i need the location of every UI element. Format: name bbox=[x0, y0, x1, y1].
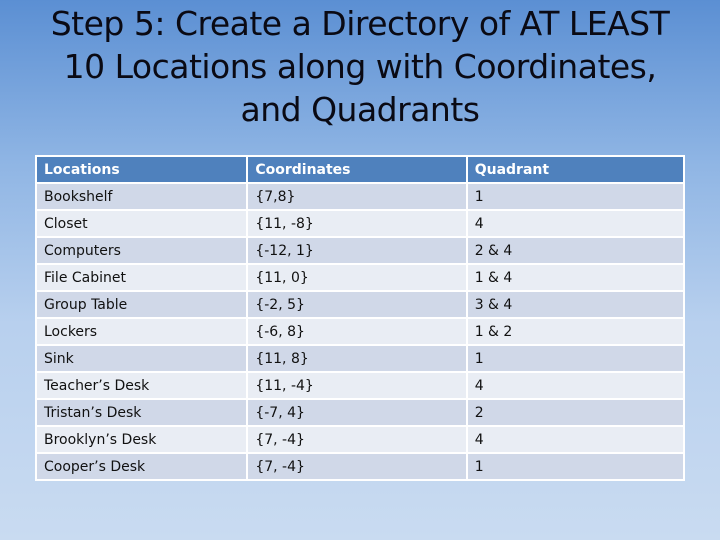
cell-coordinates: {11, -8} bbox=[246, 209, 468, 238]
cell-quadrant: 1 bbox=[465, 182, 686, 211]
header-locations: Locations bbox=[34, 155, 249, 184]
table-row: Group Table {-2, 5} 3 & 4 bbox=[34, 290, 686, 319]
cell-location: Lockers bbox=[34, 317, 249, 346]
table-row: Sink {11, 8} 1 bbox=[34, 344, 686, 373]
title-line-1: Step 5: Create a Directory of AT LEAST bbox=[50, 4, 670, 43]
cell-coordinates: {7,8} bbox=[246, 182, 468, 211]
table-row: Bookshelf {7,8} 1 bbox=[34, 182, 686, 211]
cell-location: Group Table bbox=[34, 290, 249, 319]
table-row: Computers {-12, 1} 2 & 4 bbox=[34, 236, 686, 265]
header-coordinates: Coordinates bbox=[246, 155, 468, 184]
table-row: Brooklyn’s Desk {7, -4} 4 bbox=[34, 425, 686, 454]
cell-quadrant: 3 & 4 bbox=[465, 290, 686, 319]
cell-quadrant: 1 bbox=[465, 344, 686, 373]
cell-quadrant: 1 & 4 bbox=[465, 263, 686, 292]
slide-title: Step 5: Create a Directory of AT LEAST 1… bbox=[0, 2, 720, 131]
cell-location: File Cabinet bbox=[34, 263, 249, 292]
cell-location: Brooklyn’s Desk bbox=[34, 425, 249, 454]
header-quadrant: Quadrant bbox=[465, 155, 686, 184]
cell-location: Sink bbox=[34, 344, 249, 373]
locations-table: Locations Coordinates Quadrant Bookshelf… bbox=[34, 155, 686, 481]
cell-coordinates: {-2, 5} bbox=[246, 290, 468, 319]
cell-quadrant: 4 bbox=[465, 371, 686, 400]
title-line-2: 10 Locations along with Coordinates, bbox=[63, 47, 657, 86]
cell-coordinates: {-12, 1} bbox=[246, 236, 468, 265]
cell-quadrant: 4 bbox=[465, 425, 686, 454]
cell-coordinates: {7, -4} bbox=[246, 452, 468, 481]
cell-coordinates: {11, 8} bbox=[246, 344, 468, 373]
cell-coordinates: {11, 0} bbox=[246, 263, 468, 292]
cell-coordinates: {7, -4} bbox=[246, 425, 468, 454]
cell-location: Computers bbox=[34, 236, 249, 265]
cell-location: Bookshelf bbox=[34, 182, 249, 211]
cell-location: Teacher’s Desk bbox=[34, 371, 249, 400]
table-header-row: Locations Coordinates Quadrant bbox=[34, 155, 686, 184]
cell-quadrant: 1 & 2 bbox=[465, 317, 686, 346]
table-row: Teacher’s Desk {11, -4} 4 bbox=[34, 371, 686, 400]
cell-location: Tristan’s Desk bbox=[34, 398, 249, 427]
cell-quadrant: 2 & 4 bbox=[465, 236, 686, 265]
cell-quadrant: 2 bbox=[465, 398, 686, 427]
table-row: Cooper’s Desk {7, -4} 1 bbox=[34, 452, 686, 481]
cell-location: Closet bbox=[34, 209, 249, 238]
cell-quadrant: 1 bbox=[465, 452, 686, 481]
table-row: File Cabinet {11, 0} 1 & 4 bbox=[34, 263, 686, 292]
table-row: Tristan’s Desk {-7, 4} 2 bbox=[34, 398, 686, 427]
cell-coordinates: {-7, 4} bbox=[246, 398, 468, 427]
cell-quadrant: 4 bbox=[465, 209, 686, 238]
cell-coordinates: {11, -4} bbox=[246, 371, 468, 400]
title-line-3: and Quadrants bbox=[240, 90, 480, 129]
cell-coordinates: {-6, 8} bbox=[246, 317, 468, 346]
table-row: Closet {11, -8} 4 bbox=[34, 209, 686, 238]
cell-location: Cooper’s Desk bbox=[34, 452, 249, 481]
table-row: Lockers {-6, 8} 1 & 2 bbox=[34, 317, 686, 346]
